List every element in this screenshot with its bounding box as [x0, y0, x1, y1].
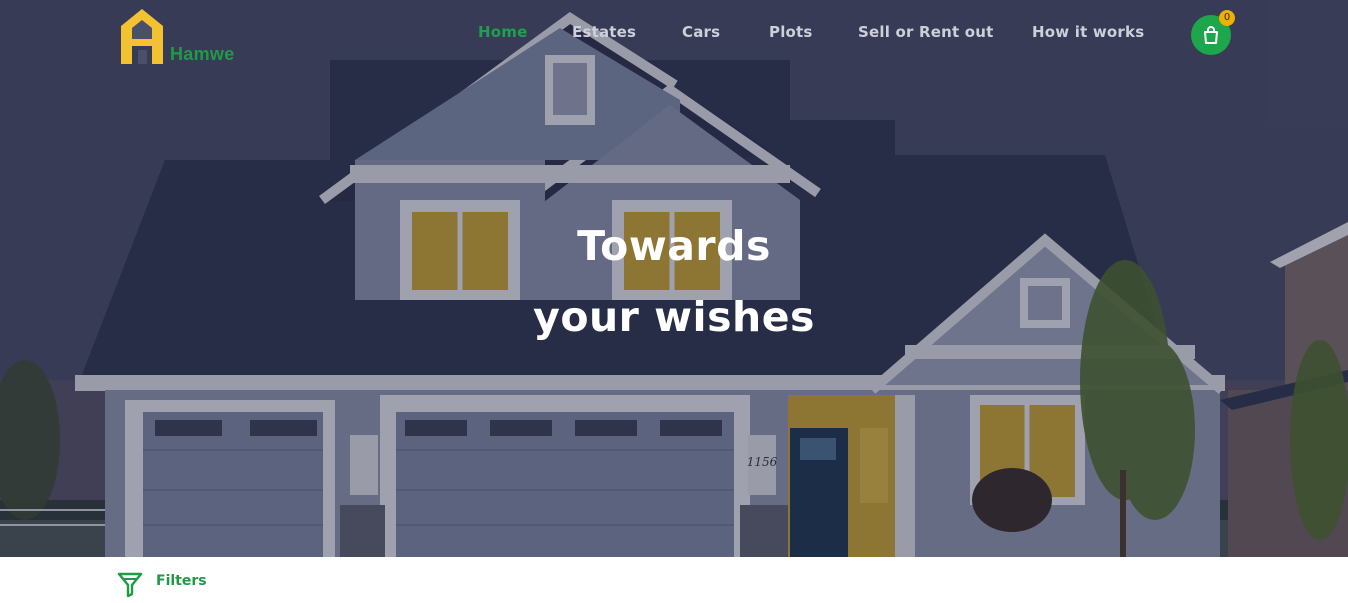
funnel-icon: [117, 572, 143, 598]
filters-label: Filters: [156, 573, 207, 589]
shopping-bag-icon: [1204, 26, 1218, 44]
hero-headline-line-1: Towards: [577, 222, 771, 270]
hero-banner: 1156: [0, 0, 1348, 557]
hero-overlay: [0, 0, 1348, 557]
hero-headline-line-2: your wishes: [533, 293, 815, 341]
cart-button[interactable]: 0: [1191, 10, 1235, 55]
house-logo-icon: [121, 9, 163, 64]
cart-count-badge: 0: [1219, 10, 1235, 26]
nav-how-it-works[interactable]: How it works: [1032, 23, 1144, 41]
nav-plots[interactable]: Plots: [769, 23, 813, 41]
nav-sell-or-rent-out[interactable]: Sell or Rent out: [858, 23, 994, 41]
nav-home[interactable]: Home: [478, 23, 527, 41]
brand-name: Hamwe: [170, 44, 235, 64]
logo[interactable]: Hamwe: [118, 6, 258, 68]
nav-estates[interactable]: Estates: [572, 23, 636, 41]
nav-cars[interactable]: Cars: [682, 23, 720, 41]
